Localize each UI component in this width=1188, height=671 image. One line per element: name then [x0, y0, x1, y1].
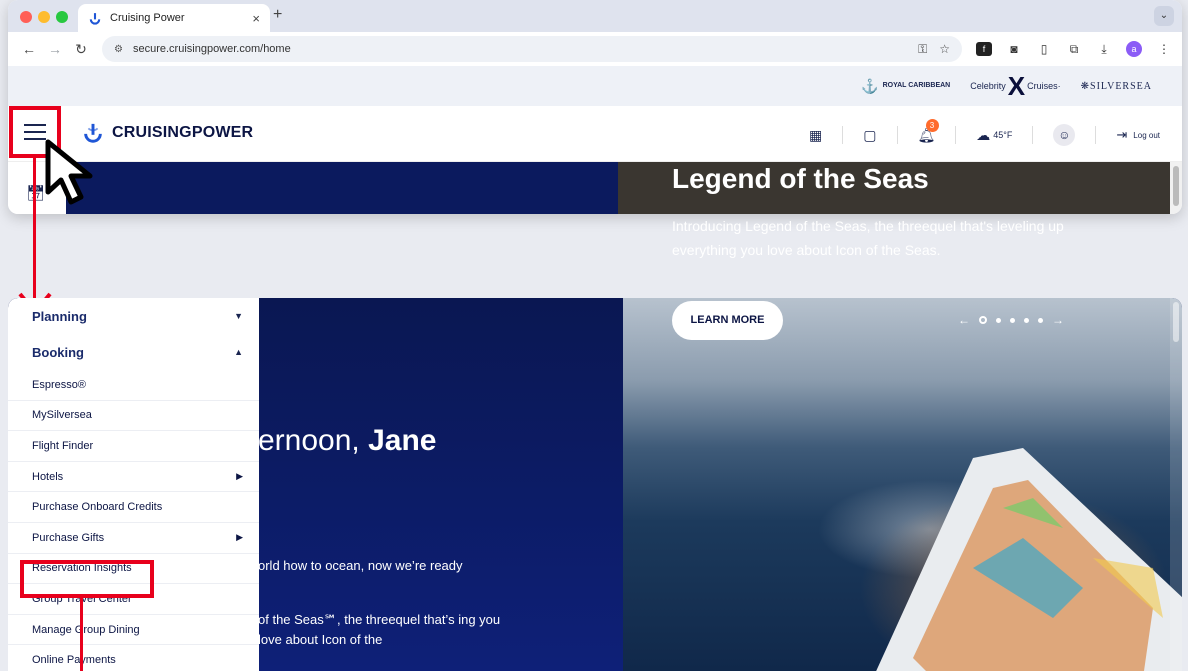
royal-caribbean-logo[interactable]: ⚓ ROYAL CARIBBEAN — [861, 78, 950, 95]
brand-bar: ⚓ ROYAL CARIBBEAN Celebrity X Cruises· ❋… — [8, 66, 1182, 106]
weather-widget[interactable]: ☁ 45°F — [976, 127, 1012, 144]
divider — [842, 126, 844, 144]
silversea-logo[interactable]: ❋SILVERSEA — [1081, 81, 1152, 92]
greeting-heading: ernoon, Jane — [258, 424, 437, 457]
legend-of-the-seas-banner — [623, 298, 1182, 671]
carousel-prev-icon[interactable]: ← — [958, 313, 970, 327]
menu-item-flight-finder[interactable]: Flight Finder — [8, 431, 259, 462]
banner-description: Introducing Legend of the Seas, the thre… — [672, 218, 1064, 258]
hero-copy-paragraph: of the Seas℠, the threequel that’s ing y… — [258, 612, 501, 647]
reload-button[interactable]: ↻ — [68, 41, 94, 58]
address-bar[interactable]: ⚙ secure.cruisingpower.com/home ⚿ ☆ — [102, 36, 962, 62]
minimize-window-button[interactable] — [38, 11, 50, 23]
menu-item-espresso[interactable]: Espresso® — [8, 370, 259, 401]
silversea-emblem-icon: ❋ — [1080, 80, 1091, 92]
notifications-bell-icon[interactable]: 🔔︎ 3 — [918, 118, 939, 144]
bookmark-star-icon[interactable]: ☆ — [939, 42, 950, 56]
carousel-controls: ← → — [958, 313, 1064, 327]
menu-item-purchase-onboard-credits[interactable]: Purchase Onboard Credits — [8, 492, 259, 523]
mouse-pointer-icon — [45, 139, 93, 205]
caret-up-icon: ▲ — [234, 347, 243, 357]
cruising-power-favicon-icon — [89, 13, 101, 25]
apps-grid-icon[interactable]: ▦ — [809, 127, 822, 144]
divider — [896, 126, 898, 144]
learn-more-button[interactable]: LEARN MORE — [672, 301, 783, 340]
carousel-dot[interactable] — [1010, 317, 1015, 323]
logout-button[interactable]: ⇥ Log out — [1116, 127, 1160, 143]
site-header: CRUISINGPOWER ▦ ▢ 🔔︎ 3 ☁ 45°F ☺ ⇥ Log out — [8, 106, 1182, 162]
cruise-ship-image — [876, 448, 1182, 671]
menu-item-mysilversea[interactable]: MySilversea — [8, 401, 259, 432]
annotation-arrow-line — [80, 598, 83, 671]
carousel-dot[interactable] — [1024, 317, 1029, 323]
divider — [955, 126, 957, 144]
menu-item-purchase-gifts[interactable]: Purchase Gifts ▶ — [8, 523, 259, 554]
logout-icon: ⇥ — [1116, 127, 1128, 142]
banner-eyebrow: Unrivaled. Unmatched. — [672, 129, 803, 143]
menu-item-manage-group-dining[interactable]: Manage Group Dining — [8, 615, 259, 646]
browser-menu-icon[interactable]: ⋮ — [1156, 42, 1172, 56]
menu-item-online-payments[interactable]: Online Payments — [8, 645, 259, 671]
tab-strip: Cruising Power × + ⌄ — [8, 0, 1182, 32]
download-icon[interactable]: ⤓ — [1096, 42, 1112, 57]
caret-down-icon: ▼ — [234, 311, 243, 321]
tab-search-button[interactable]: ⌄ — [1154, 6, 1174, 26]
banner-title: Legend of the Seas — [672, 163, 929, 194]
carousel-next-icon[interactable]: → — [1052, 313, 1064, 327]
carousel-dot[interactable] — [996, 317, 1001, 323]
chat-icon[interactable]: ▢ — [863, 127, 876, 144]
crown-anchor-icon: ⚓ — [861, 77, 879, 94]
tab-cruising-power[interactable]: Cruising Power × — [78, 4, 270, 32]
menu-section-booking[interactable]: Booking ▲ — [8, 334, 259, 370]
profile-avatar[interactable]: a — [1126, 41, 1142, 57]
hero-preview: 📅︎ — [8, 162, 1170, 214]
tab-title: Cruising Power — [110, 12, 185, 24]
camera-icon[interactable]: ◙ — [1006, 42, 1022, 56]
celebrity-cruises-logo[interactable]: Celebrity X Cruises· — [970, 73, 1060, 99]
clipboard-icon[interactable]: ▯ — [1036, 42, 1052, 56]
back-button[interactable]: ← — [16, 41, 42, 57]
menu-section-planning[interactable]: Planning ▼ — [8, 298, 259, 334]
cloud-icon: ☁ — [976, 126, 991, 143]
submenu-arrow-icon: ▶ — [236, 471, 243, 482]
close-window-button[interactable] — [20, 11, 32, 23]
scrollbar[interactable] — [1170, 162, 1182, 214]
hero-copy-line: orld how to ocean, now we’re ready — [258, 558, 463, 573]
browser-toolbar: ← → ↻ ⚙ secure.cruisingpower.com/home ⚿ … — [8, 32, 1182, 66]
extension-f-icon[interactable]: f — [976, 42, 992, 56]
submenu-arrow-icon: ▶ — [236, 532, 243, 543]
side-navigation-menu: Planning ▼ Booking ▲ Espresso® MySilversea… — [8, 298, 259, 671]
new-tab-button[interactable]: + — [273, 6, 282, 24]
site-info-icon[interactable]: ⚙ — [114, 44, 123, 55]
page-with-open-menu: ernoon, Jane orld how to ocean, now we’r… — [8, 298, 1182, 671]
maximize-window-button[interactable] — [56, 11, 68, 23]
header-actions: ▦ ▢ 🔔︎ 3 ☁ 45°F ☺ ⇥ Log out — [809, 118, 1160, 146]
highlight-box-reservation-insights — [20, 560, 154, 598]
account-icon[interactable]: ☺ — [1053, 124, 1076, 146]
password-key-icon[interactable]: ⚿ — [918, 42, 927, 57]
annotation-arrow-line — [33, 158, 36, 308]
url-text[interactable]: secure.cruisingpower.com/home — [133, 43, 906, 55]
forward-button[interactable]: → — [42, 41, 68, 57]
logo-text: CRUISINGPOWER — [112, 124, 254, 141]
close-tab-icon[interactable]: × — [252, 11, 260, 26]
browser-window: Cruising Power × + ⌄ ← → ↻ ⚙ secure.crui… — [8, 0, 1182, 214]
divider — [1032, 126, 1034, 144]
menu-item-hotels[interactable]: Hotels ▶ — [8, 462, 259, 493]
divider — [1095, 126, 1097, 144]
carousel-dot-active[interactable] — [979, 316, 987, 324]
carousel-dot[interactable] — [1038, 317, 1043, 323]
extensions-puzzle-icon[interactable]: ⧉ — [1066, 42, 1082, 57]
scrollbar[interactable] — [1170, 298, 1182, 671]
notification-badge: 3 — [925, 118, 939, 132]
